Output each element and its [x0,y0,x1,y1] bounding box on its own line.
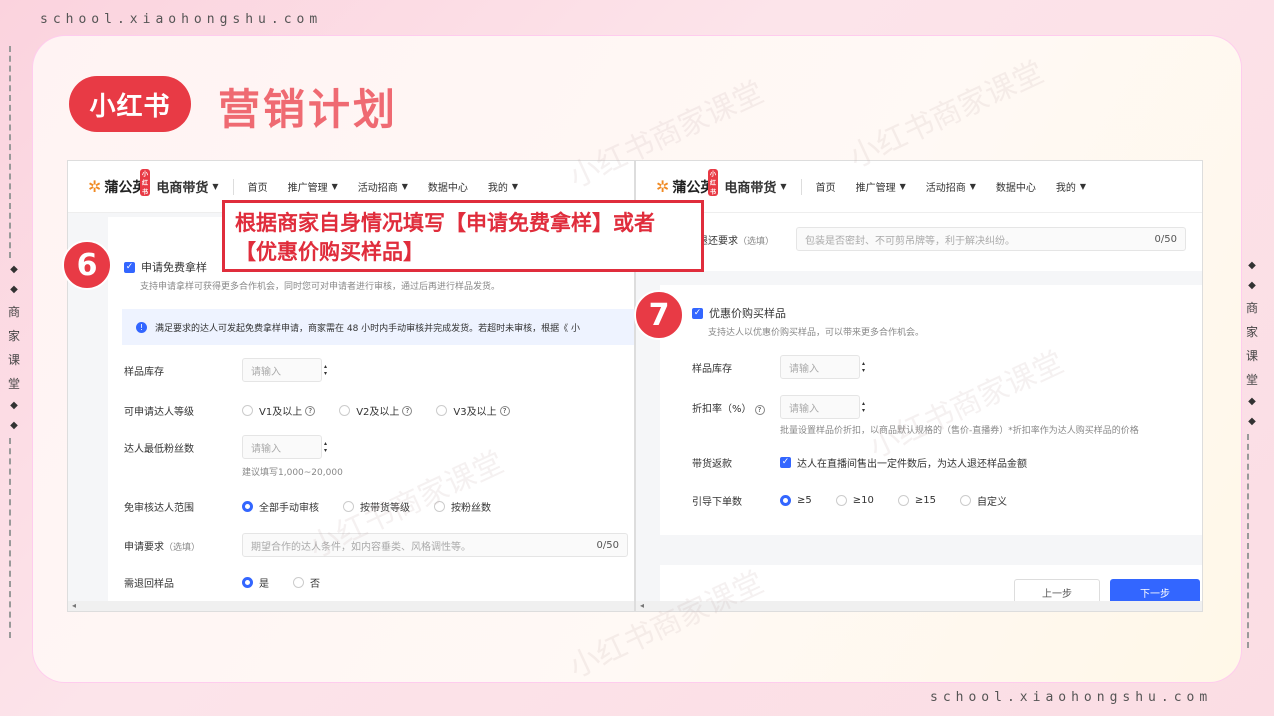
level-v1-radio[interactable]: V1及以上? [242,403,316,418]
exempt-manual-radio[interactable]: 全部手动审核 [242,499,319,514]
brand[interactable]: ✲ 蒲公英 小红书 [88,168,151,197]
rebate-checkbox[interactable]: ✓ [780,457,791,468]
instruction-callout: 根据商家自身情况填写【申请免费拿样】或者【优惠价购买样品】 [222,200,704,272]
horizontal-scrollbar[interactable]: ◂ [68,601,634,611]
caret-down-icon: ▼ [780,182,787,191]
nav-mine[interactable]: 我的 ▼ [1056,179,1086,194]
left-side-decoration: ◆ ◆ 商家课堂 ◆ ◆ [8,44,20,640]
section-dropdown[interactable]: 电商带货 [724,177,776,196]
discount-purchase-checkbox[interactable]: ✓ [692,307,703,319]
discount-sample-screenshot: ✲ 蒲公英 小红书 电商带货 ▼ 首页 推广管理 ▼ 活动招商 ▼ 数据中心 我的 ▼ 拿样… [635,160,1203,612]
right-side-decoration: ◆ ◆ 商家课堂 ◆ ◆ [1246,256,1258,650]
orders-10-radio[interactable]: ≥10 [835,495,874,506]
discount-purchase-label: 优惠价购买样品 [709,307,786,320]
orders-custom-radio[interactable]: 自定义 [959,493,1007,508]
nav-mine[interactable]: 我的 ▼ [488,179,518,194]
horizontal-scrollbar[interactable]: ◂ [636,601,1202,611]
xiaohongshu-logo: 小红书 [69,76,191,132]
request-requirement-input[interactable]: 期望合作的达人条件，如内容垂类、风格调性等。 0/50 [242,533,628,557]
caret-down-icon: ▼ [212,182,219,191]
level-v2-radio[interactable]: V2及以上? [339,403,413,418]
nav-home[interactable]: 首页 [816,179,836,194]
site-url-bottom: school.xiaohongshu.com [930,690,1213,705]
nav-events[interactable]: 活动招商 ▼ [926,179,976,194]
return-requirement-input[interactable]: 包装是否密封、不可剪吊牌等，利于解决纠纷。 0/50 [796,227,1186,251]
site-url-top: school.xiaohongshu.com [40,12,323,27]
exempt-level-radio[interactable]: 按带货等级 [343,499,410,514]
page-title: 营销计划 [218,85,399,134]
info-banner: ! 满足要求的达人可发起免费拿样申请，商家需在 48 小时内手动审核并完成发货。若… [122,309,634,345]
dandelion-icon: ✲ [88,177,102,196]
discount-purchase-desc: 支持达人以优惠价购买样品，可以带来更多合作机会。 [708,328,925,338]
sample-stock-input[interactable]: 请输入 [780,355,860,379]
orders-15-radio[interactable]: ≥15 [897,495,936,506]
return-yes-radio[interactable]: 是 [242,575,269,590]
nav-data[interactable]: 数据中心 [996,179,1036,194]
orders-5-radio[interactable]: ≥5 [780,495,812,506]
min-fans-input[interactable]: 请输入 [242,435,322,459]
step-7-badge: 7 [634,290,684,340]
brand[interactable]: ✲ 蒲公英 小红书 [656,168,719,197]
level-v3-radio[interactable]: V3及以上? [436,403,510,418]
free-sample-desc: 支持申请拿样可获得更多合作机会，同时您可对申请者进行审核，通过后再进行样品发货。 [140,282,501,292]
fans-hint: 建议填写1,000~20,000 [242,468,343,478]
return-no-radio[interactable]: 否 [293,575,320,590]
exempt-fans-radio[interactable]: 按粉丝数 [434,499,491,514]
nav-events[interactable]: 活动招商 ▼ [358,179,408,194]
nav-promotion[interactable]: 推广管理 ▼ [288,179,338,194]
nav-data[interactable]: 数据中心 [428,179,468,194]
dandelion-icon: ✲ [656,177,670,196]
info-icon: ! [136,321,147,333]
step-6-badge: 6 [62,240,112,290]
discount-rate-input[interactable]: 请输入 [780,395,860,419]
free-sample-checkbox[interactable]: ✓ [124,261,135,273]
discount-hint: 批量设置样品价折扣，以商品默认规格的（售价-直播券）*折扣率作为达人购买样品的价… [780,426,1139,436]
section-dropdown[interactable]: 电商带货 [156,177,208,196]
top-nav: ✲ 蒲公英 小红书 电商带货 ▼ 首页 推广管理 ▼ 活动招商 ▼ 数据中心 我的 ▼ [636,161,1202,213]
nav-home[interactable]: 首页 [248,179,268,194]
nav-promotion[interactable]: 推广管理 ▼ [856,179,906,194]
free-sample-label: 申请免费拿样 [141,261,207,274]
sample-stock-input[interactable]: 请输入 [242,358,322,382]
